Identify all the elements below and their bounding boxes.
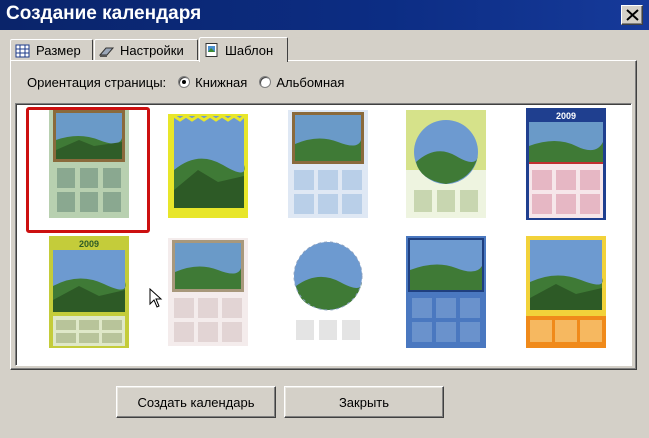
template-thumbnail-6[interactable]: 2009	[49, 236, 129, 348]
selected-template-frame	[26, 107, 150, 233]
landscape-radio[interactable]: Альбомная	[259, 75, 344, 90]
portrait-radio-circle[interactable]	[178, 76, 191, 88]
tab-settings-label: Настройки	[120, 43, 184, 58]
close-button[interactable]: Закрыть	[284, 386, 444, 418]
template-thumbnail-5[interactable]: 2009	[526, 108, 606, 220]
create-calendar-button[interactable]: Создать календарь	[116, 386, 276, 418]
mouse-cursor-icon	[149, 288, 163, 308]
template-thumbnail-10[interactable]	[526, 236, 606, 348]
orientation-label: Ориентация страницы:	[27, 74, 167, 90]
tab-size[interactable]: Размер	[10, 39, 93, 61]
tab-template-label: Шаблон	[225, 42, 274, 58]
tab-size-label: Размер	[36, 43, 81, 58]
tab-template[interactable]: Шаблон	[199, 37, 288, 62]
template-thumbnail-4[interactable]	[406, 110, 486, 218]
portrait-radio[interactable]: Книжная	[178, 75, 247, 90]
window-title: Создание календаря	[6, 3, 202, 24]
landscape-radio-label: Альбомная	[276, 74, 345, 90]
template-thumbnail-3[interactable]	[288, 110, 368, 218]
orientation-row: Ориентация страницы: Книжная Альбомная	[27, 73, 344, 91]
template-6-year: 2009	[79, 239, 99, 249]
portrait-radio-label: Книжная	[195, 74, 248, 90]
title-bar: Создание календаря	[0, 0, 649, 30]
template-thumbnail-2[interactable]	[168, 110, 248, 218]
landscape-radio-circle[interactable]	[259, 76, 272, 88]
template-panel: Ориентация страницы: Книжная Альбомная 2…	[10, 60, 637, 370]
close-window-button[interactable]	[621, 5, 643, 25]
template-gallery: 2009 2009	[15, 103, 632, 366]
template-5-year: 2009	[556, 111, 576, 121]
template-thumbnail-8[interactable]	[288, 238, 368, 346]
tab-settings[interactable]: Настройки	[94, 39, 198, 61]
picture-icon	[204, 43, 220, 57]
template-thumbnail-7[interactable]	[168, 238, 248, 346]
grid-icon	[15, 44, 31, 58]
tab-strip: Размер Настройки Шаблон	[10, 37, 640, 62]
eraser-icon	[98, 44, 115, 58]
close-icon	[626, 9, 639, 21]
template-thumbnail-9[interactable]	[406, 236, 486, 348]
